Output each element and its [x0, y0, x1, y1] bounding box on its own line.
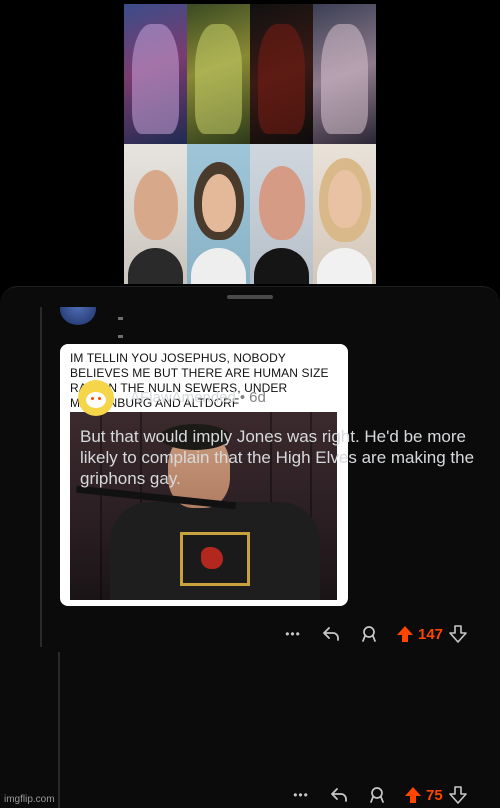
- username-link[interactable]: AFlawAmended: [130, 389, 236, 406]
- comment-panel: IM TELLIN YOU JOSEPHUS, NOBODY BELIEVES …: [0, 286, 500, 808]
- reply-icon[interactable]: [328, 787, 350, 803]
- comment-body: But that would imply Jones was right. He…: [80, 427, 475, 488]
- separator: •: [239, 389, 246, 406]
- downvote-icon[interactable]: [448, 786, 467, 804]
- monster-tile: [250, 4, 313, 144]
- person-tile: [250, 144, 313, 284]
- post-actions: ••• 147: [282, 625, 467, 643]
- thread-line[interactable]: [58, 652, 60, 808]
- thread-line[interactable]: [40, 307, 42, 647]
- award-icon[interactable]: [366, 786, 388, 804]
- person-tile: [313, 144, 376, 284]
- comment-vote-count: 75: [426, 786, 443, 804]
- upvote-icon[interactable]: [404, 786, 422, 804]
- more-icon[interactable]: •••: [290, 788, 312, 802]
- person-tile: [124, 144, 187, 284]
- comment-age: 6d: [249, 389, 266, 406]
- more-icon[interactable]: •••: [282, 627, 304, 641]
- watermark: imgflip.com: [4, 794, 55, 805]
- user-avatar[interactable]: [78, 380, 114, 416]
- character-collage: [124, 4, 376, 284]
- comment-header: AFlawAmended • 6d: [130, 389, 266, 406]
- comment-actions: ••• 75: [290, 786, 467, 804]
- reply-icon[interactable]: [320, 626, 342, 642]
- parent-meta: [118, 307, 158, 338]
- award-icon[interactable]: [358, 625, 380, 643]
- monster-tile: [313, 4, 376, 144]
- upvote-icon[interactable]: [396, 625, 414, 643]
- drag-handle[interactable]: [227, 295, 273, 299]
- post-vote-count: 147: [418, 625, 444, 643]
- monster-tile: [124, 4, 187, 144]
- person-tile: [187, 144, 250, 284]
- monster-tile: [187, 4, 250, 144]
- parent-avatar[interactable]: [60, 307, 96, 325]
- downvote-icon[interactable]: [449, 625, 467, 643]
